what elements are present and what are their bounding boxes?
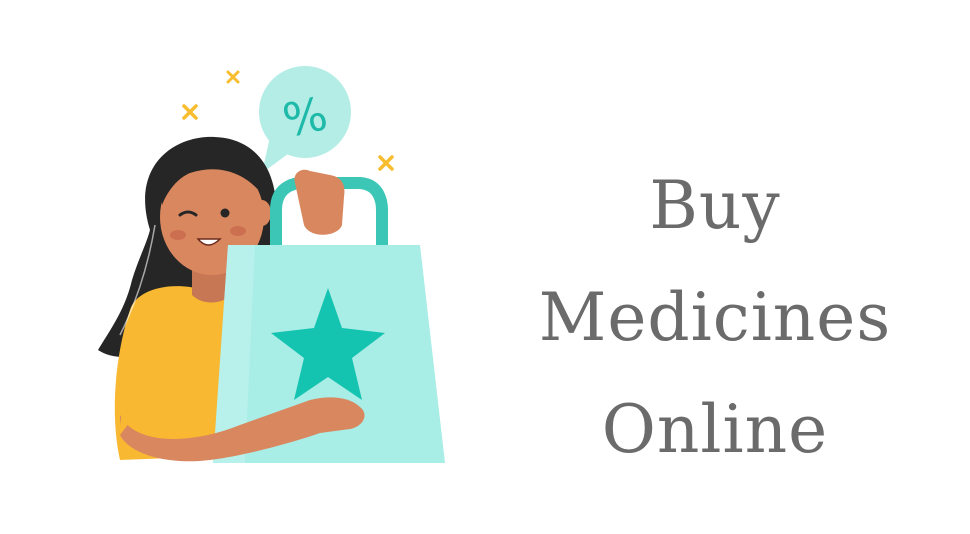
headline-line-online: Online — [601, 391, 829, 468]
raised-hand — [294, 169, 345, 235]
sparkle-x-icon — [182, 104, 198, 120]
sparkle-x-icon — [226, 70, 240, 84]
headline-line-buy: Buy — [649, 167, 781, 244]
shopping-woman-illustration: % — [80, 55, 470, 485]
headline: Buy Medicines Online — [520, 150, 910, 486]
headline-line-medicines: Medicines — [538, 279, 892, 356]
percent-speech-bubble-icon: % — [259, 66, 351, 173]
sparkle-x-icon — [378, 155, 394, 171]
